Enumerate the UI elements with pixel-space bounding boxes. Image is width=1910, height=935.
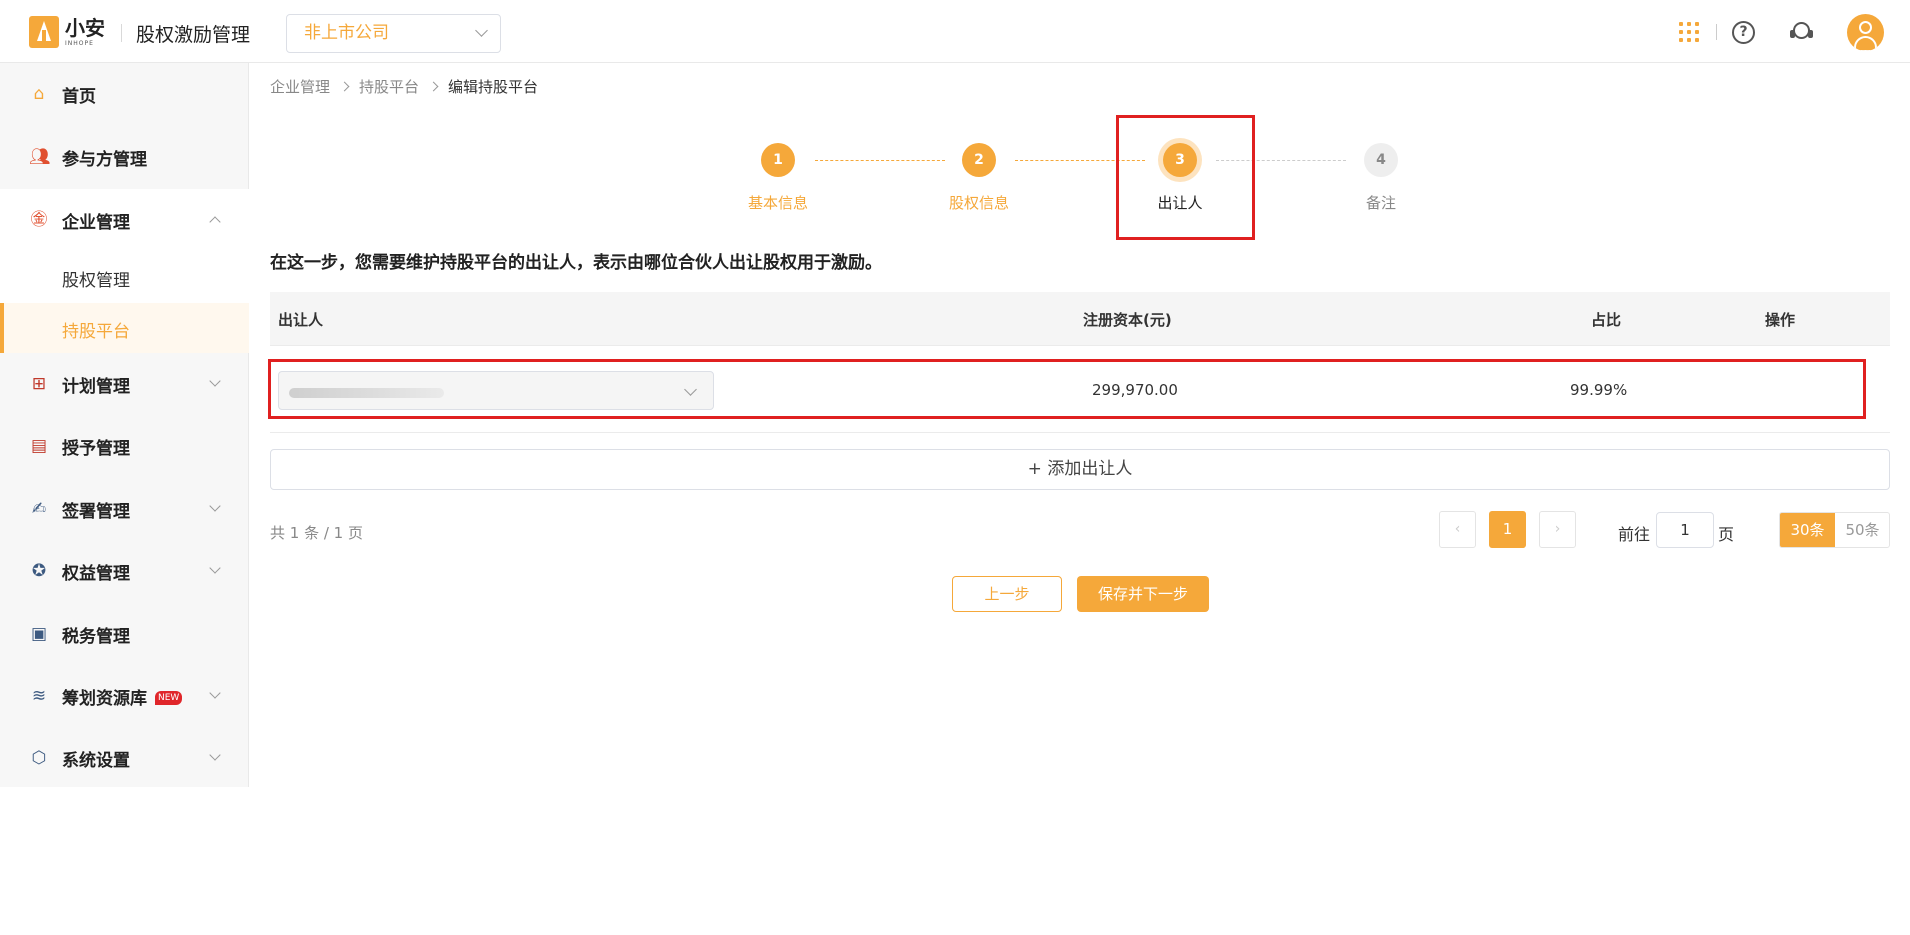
sidebar-item-settings[interactable]: ⬡ 系统设置: [0, 727, 249, 789]
chevron-down-icon: [209, 749, 221, 761]
logo[interactable]: 小安 INHOPE: [29, 15, 105, 49]
chevron-down-icon: [209, 562, 221, 574]
step-number: 2: [962, 143, 996, 177]
logo-divider: [121, 24, 122, 42]
sidebar-item-rights[interactable]: ✪ 权益管理: [0, 540, 249, 602]
col-transferor: 出让人: [278, 311, 324, 329]
chevron-right-icon: [339, 81, 350, 92]
sidebar-item-plan[interactable]: ⊞ 计划管理: [0, 353, 249, 415]
tax-icon: ▣: [30, 624, 48, 644]
page-size-30[interactable]: 30条: [1780, 513, 1835, 547]
sidebar-item-equity[interactable]: 股权管理: [0, 252, 249, 302]
home-icon: ⌂: [33, 84, 45, 104]
header-separator: [1716, 24, 1717, 40]
sidebar-item-home[interactable]: ⌂ 首页: [0, 63, 249, 125]
chevron-right-icon: [428, 81, 439, 92]
step-description: 在这一步，您需要维护持股平台的出让人，表示由哪位合伙人出让股权用于激励。: [270, 253, 882, 273]
chevron-down-icon: [209, 375, 221, 387]
sidebar-item-grant[interactable]: ▤ 授予管理: [0, 415, 249, 477]
breadcrumb: 企业管理 持股平台 编辑持股平台: [270, 76, 538, 97]
apps-grid-icon[interactable]: [1679, 22, 1699, 42]
goto-suffix: 页: [1718, 525, 1735, 544]
goto-page-input[interactable]: 1: [1656, 512, 1714, 548]
help-icon[interactable]: ?: [1732, 21, 1755, 44]
company-type-value: 非上市公司: [304, 23, 389, 43]
step-number: 1: [761, 143, 795, 177]
logo-name: 小安: [65, 15, 105, 40]
highlight-box-step: [1116, 115, 1255, 240]
step-label: 股权信息: [948, 194, 1009, 212]
logo-subtitle: INHOPE: [65, 39, 94, 47]
next-page-button[interactable]: ›: [1539, 511, 1576, 548]
prev-page-button[interactable]: ‹: [1439, 511, 1476, 548]
step-number: 4: [1364, 143, 1398, 177]
top-header: 小安 INHOPE 股权激励管理 非上市公司 ?: [0, 0, 1910, 63]
step-connector: [815, 160, 945, 161]
breadcrumb-enterprise[interactable]: 企业管理: [270, 76, 330, 97]
sidebar-item-participants[interactable]: 👥︎ 参与方管理: [0, 126, 249, 188]
customer-service-icon[interactable]: [1789, 20, 1814, 45]
col-actions: 操作: [1765, 311, 1796, 329]
col-capital: 注册资本(元): [1083, 311, 1172, 329]
sidebar-item-enterprise[interactable]: ㊎ 企业管理: [0, 189, 249, 251]
app-title: 股权激励管理: [136, 24, 251, 46]
chevron-up-icon: [209, 216, 221, 228]
page-number-current[interactable]: 1: [1489, 511, 1526, 548]
new-badge: NEW: [155, 691, 183, 705]
enterprise-icon: ㊎: [30, 210, 48, 230]
sidebar-item-tax[interactable]: ▣ 税务管理: [0, 603, 249, 665]
logo-mark-icon: [29, 16, 59, 48]
users-icon: 👥︎: [29, 147, 51, 167]
step-label: 备注: [1365, 194, 1396, 212]
step-label: 基本信息: [747, 194, 808, 212]
layers-icon: ≋: [31, 686, 47, 706]
page-size-selector: 30条 50条: [1779, 512, 1890, 548]
save-and-next-button[interactable]: 保存并下一步: [1077, 576, 1209, 612]
sidebar-item-sign[interactable]: ✍︎ 签署管理: [0, 478, 249, 540]
chevron-down-icon: [209, 687, 221, 699]
breadcrumb-platform[interactable]: 持股平台: [359, 76, 419, 97]
goto-prefix: 前往: [1618, 525, 1651, 544]
rights-star-icon: ✪: [31, 561, 47, 581]
sidebar-item-resources[interactable]: ≋ 筹划资源库 NEW: [0, 665, 249, 727]
highlight-box-row: [268, 359, 1866, 419]
chevron-down-icon: [209, 500, 221, 512]
sign-pen-icon: ✍︎: [31, 499, 47, 519]
add-transferor-button[interactable]: + 添加出让人: [270, 449, 1890, 490]
sidebar-group-enterprise: ㊎ 企业管理 股权管理 持股平台: [0, 189, 249, 353]
pagination-total: 共 1 条 / 1 页: [270, 524, 363, 542]
previous-step-button[interactable]: 上一步: [952, 576, 1062, 612]
sidebar-item-holding-platform[interactable]: 持股平台: [0, 303, 249, 353]
table-header: 出让人 注册资本(元) 占比 操作: [270, 292, 1890, 346]
sidebar: ⌂ 首页 👥︎ 参与方管理 ㊎ 企业管理 股权管理 持股平台 ⊞ 计划管理 ▤ …: [0, 63, 249, 935]
company-type-select[interactable]: 非上市公司: [286, 14, 501, 53]
col-ratio: 占比: [1591, 311, 1622, 329]
settings-hex-icon: ⬡: [31, 748, 47, 768]
breadcrumb-current: 编辑持股平台: [448, 78, 539, 96]
grant-icon: ▤: [30, 436, 48, 456]
plan-icon: ⊞: [31, 374, 47, 394]
chevron-down-icon: [475, 24, 488, 37]
user-avatar[interactable]: [1847, 14, 1884, 51]
page-size-50[interactable]: 50条: [1835, 513, 1889, 547]
